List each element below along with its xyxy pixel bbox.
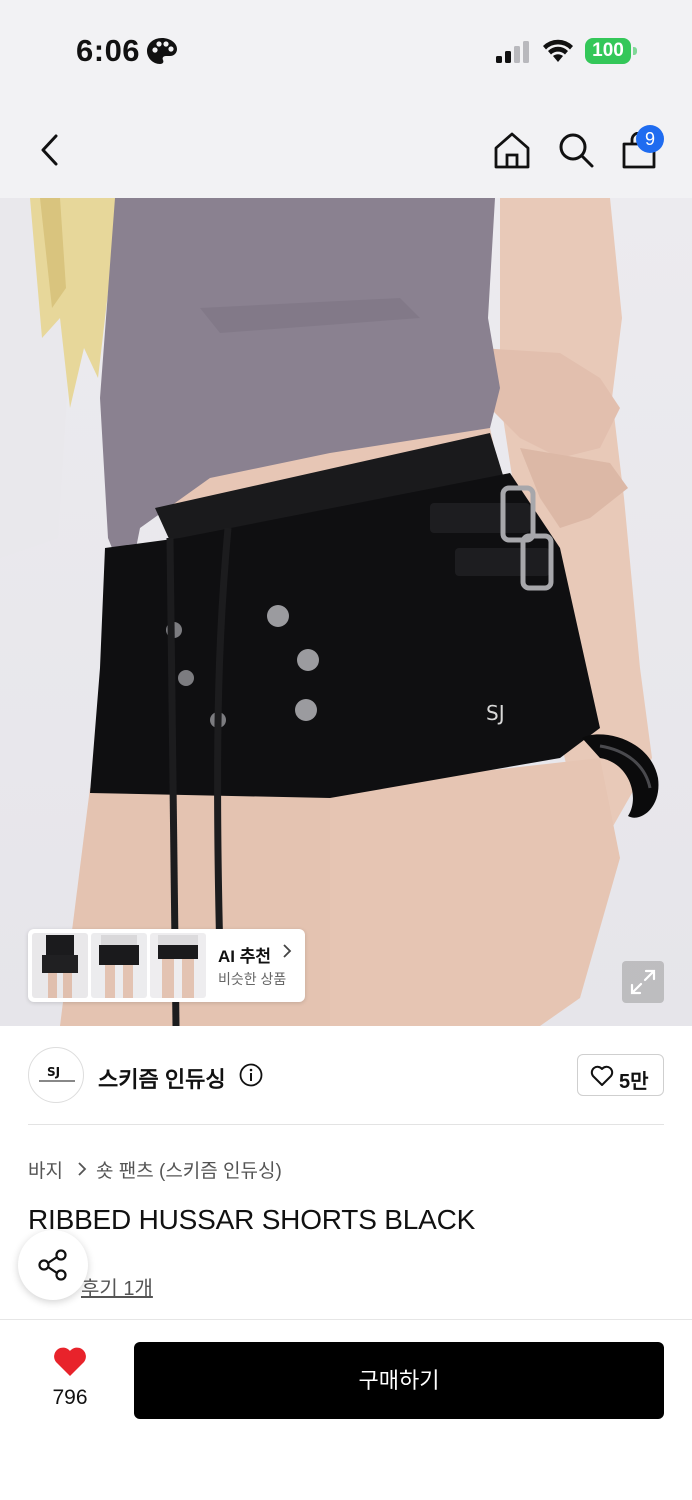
chevron-right-icon — [78, 1162, 87, 1176]
ai-recommend-subtitle: 비슷한 상품 — [218, 971, 287, 987]
palette-icon — [147, 38, 177, 64]
product-page: 6:06 100 9 SJ AI 추천 비슷한 상품 SJ 스키즘 인듀싱 5만… — [0, 0, 692, 1500]
ai-thumbnail-1[interactable] — [32, 933, 88, 998]
heart-outline-icon — [590, 1065, 614, 1086]
svg-text:SJ: SJ — [47, 1065, 60, 1079]
battery-level: 100 — [592, 40, 624, 61]
review-link[interactable]: 후기 1개 — [81, 1272, 153, 1301]
status-time: 6:06 — [76, 33, 141, 68]
home-icon[interactable] — [492, 130, 532, 170]
battery-indicator: 100 — [585, 38, 637, 64]
wish-count: 796 — [52, 1386, 88, 1409]
brand-logo[interactable]: SJ — [28, 1047, 84, 1103]
top-nav — [0, 100, 692, 198]
product-photo-illustration: SJ — [0, 198, 659, 1026]
divider — [0, 1319, 692, 1320]
share-button[interactable] — [18, 1230, 88, 1300]
brand-name[interactable]: 스키즘 인듀싱 — [98, 1062, 226, 1094]
ai-recommend-card[interactable]: AI 추천 비슷한 상품 — [28, 929, 305, 1002]
brand-like-button[interactable]: 5만 — [577, 1054, 664, 1096]
product-image[interactable]: SJ — [0, 198, 692, 1026]
brand-like-count: 5만 — [619, 1071, 649, 1093]
info-icon[interactable] — [239, 1063, 263, 1087]
share-icon — [38, 1249, 67, 1281]
ai-thumbnail-3[interactable] — [150, 933, 206, 998]
cart-count-badge[interactable]: 9 — [636, 125, 664, 153]
chevron-right-icon — [283, 944, 292, 958]
ai-thumbnail-2[interactable] — [91, 933, 147, 998]
expand-image-button[interactable] — [622, 961, 664, 1003]
signal-icon — [496, 41, 529, 63]
breadcrumb-category[interactable]: 바지 — [28, 1156, 63, 1183]
divider — [28, 1124, 664, 1125]
status-bar: 6:06 100 — [0, 0, 692, 100]
buy-button[interactable]: 구매하기 — [134, 1342, 664, 1419]
breadcrumb-subcategory[interactable]: 숏 팬츠 (스키즘 인듀싱) — [96, 1156, 282, 1183]
heart-filled-icon[interactable] — [52, 1345, 88, 1377]
search-icon[interactable] — [556, 130, 596, 170]
wifi-icon — [543, 39, 573, 62]
ai-recommend-title: AI 추천 — [218, 947, 272, 966]
expand-icon — [630, 969, 656, 995]
product-title: RIBBED HUSSAR SHORTS BLACK — [28, 1204, 476, 1235]
svg-text:SJ: SJ — [486, 701, 505, 725]
back-icon[interactable] — [34, 130, 66, 170]
